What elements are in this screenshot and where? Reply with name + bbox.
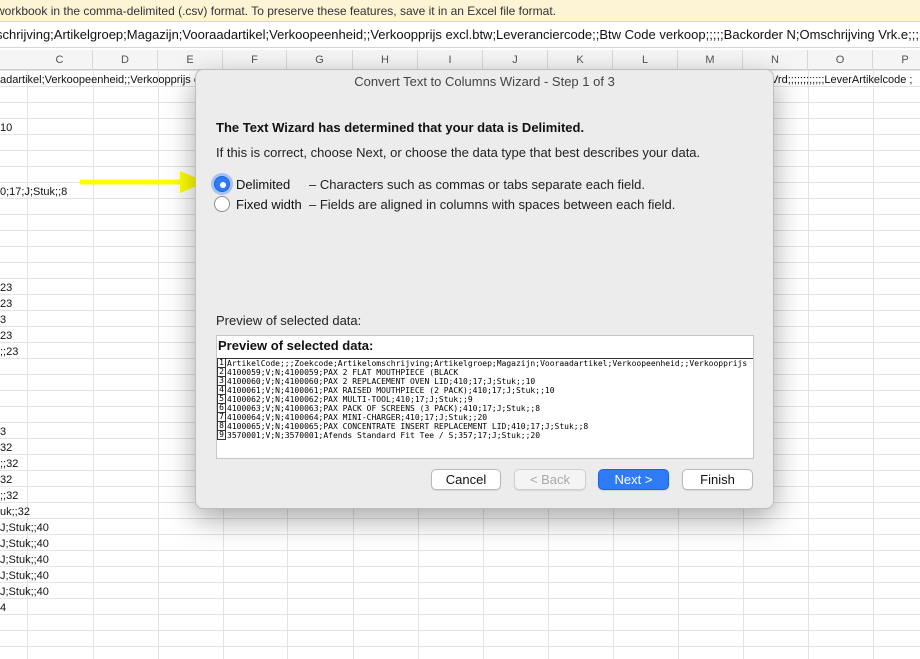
cell[interactable]: 3 — [0, 424, 6, 440]
column-header[interactable]: F — [223, 50, 287, 70]
row-text: 3570001;V;N;3570001;Afends Standard Fit … — [227, 431, 541, 440]
grid-line — [93, 70, 94, 659]
preview-row: 7 4100064;V;N;4100064;PAX MINI-CHARGER;41… — [217, 413, 753, 422]
cell[interactable]: 0;17;J;Stuk;;8 — [0, 184, 67, 200]
cancel-button[interactable]: Cancel — [431, 469, 501, 490]
row-text: ArtikelCode;;;Zoekcode;Artikelomschrijvi… — [227, 359, 748, 368]
cell[interactable]: ;;32 — [0, 456, 18, 472]
excel-window: workbook in the comma-delimited (.csv) f… — [0, 0, 920, 659]
option-description: – Fields are aligned in columns with spa… — [309, 196, 676, 212]
next-button[interactable]: Next > — [598, 469, 669, 490]
preview-label: Preview of selected data: — [216, 313, 362, 328]
cell[interactable]: J;Stuk;;40 — [0, 584, 49, 600]
cell[interactable]: 23 — [0, 296, 12, 312]
column-header[interactable]: P — [873, 50, 920, 70]
formula-bar[interactable]: schrijving;Artikelgroep;Magazijn;Vooraad… — [0, 22, 920, 48]
grid-line — [158, 70, 159, 659]
cell[interactable]: J;Stuk;;40 — [0, 568, 49, 584]
formula-text[interactable]: schrijving;Artikelgroep;Magazijn;Vooraad… — [0, 27, 920, 42]
row-text: 4100064;V;N;4100064;PAX MINI-CHARGER;410… — [227, 413, 488, 422]
preview-row: 4 4100061;V;N;4100061;PAX RAISED MOUTHPIE… — [217, 386, 753, 395]
cell[interactable]: uk;;32 — [0, 504, 30, 520]
column-header[interactable]: J — [483, 50, 548, 70]
preview-title: Preview of selected data: — [218, 338, 374, 353]
column-header[interactable]: K — [548, 50, 613, 70]
preview-panel[interactable]: Preview of selected data: 1 ArtikelCode;;… — [216, 335, 754, 459]
cell[interactable]: ;;32 — [0, 488, 18, 504]
warning-text: workbook in the comma-delimited (.csv) f… — [0, 4, 557, 18]
row-text: 4100059;V;N;4100059;PAX 2 FLAT MOUTHPIEC… — [227, 368, 459, 377]
grid-line — [873, 70, 874, 659]
column-header[interactable]: N — [743, 50, 808, 70]
back-button[interactable]: < Back — [514, 469, 586, 490]
column-header[interactable]: C — [27, 50, 93, 70]
option-fixed-width[interactable]: Fixed width – Fields are aligned in colu… — [214, 195, 675, 213]
option-description: – Characters such as commas or tabs sepa… — [309, 176, 645, 192]
dialog-title: Convert Text to Columns Wizard - Step 1 … — [354, 74, 615, 89]
radio-fixed-width[interactable] — [214, 196, 230, 212]
dialog-heading: The Text Wizard has determined that your… — [216, 120, 585, 135]
cell[interactable]: J;Stuk;;40 — [0, 520, 49, 536]
cell[interactable]: 32 — [0, 440, 12, 456]
dialog-subheading: If this is correct, choose Next, or choo… — [216, 145, 701, 160]
option-label[interactable]: Fixed width — [236, 197, 309, 212]
compatibility-warning-bar: workbook in the comma-delimited (.csv) f… — [0, 0, 920, 22]
column-header[interactable]: H — [353, 50, 418, 70]
row-text: 4100062;V;N;4100062;PAX MULTI-TOOL;410;1… — [227, 395, 473, 404]
radio-delimited[interactable] — [214, 176, 230, 192]
column-header[interactable]: L — [613, 50, 678, 70]
cell[interactable]: 32 — [0, 472, 12, 488]
preview-row: 5 4100062;V;N;4100062;PAX MULTI-TOOL;410;… — [217, 395, 753, 404]
option-delimited[interactable]: Delimited – Characters such as commas or… — [214, 175, 645, 193]
column-headers: C D E F G H I J K L M N O P — [0, 50, 920, 70]
cell[interactable]: 10 — [0, 120, 12, 136]
column-header[interactable]: E — [158, 50, 223, 70]
column-header[interactable]: O — [808, 50, 873, 70]
column-header[interactable]: I — [418, 50, 483, 70]
column-header[interactable]: G — [287, 50, 353, 70]
preview-row: 1 ArtikelCode;;;Zoekcode;Artikelomschrijv… — [217, 359, 753, 368]
finish-button[interactable]: Finish — [682, 469, 753, 490]
preview-row: 8 4100065;V;N;4100065;PAX CONCENTRATE INS… — [217, 422, 753, 431]
cell[interactable]: adartikel;Verkoopeenheid;;Verkoopprijs e — [0, 72, 200, 88]
column-header[interactable]: D — [93, 50, 158, 70]
row-text: 4100061;V;N;4100061;PAX RAISED MOUTHPIEC… — [227, 386, 555, 395]
cell[interactable]: 4 — [0, 600, 6, 616]
text-to-columns-dialog: Convert Text to Columns Wizard - Step 1 … — [195, 69, 774, 509]
cell[interactable]: Vrd;;;;;;;;;;;;LeverArtikelcode ; — [771, 72, 912, 88]
preview-row: 6 4100063;V;N;4100063;PAX PACK OF SCREENS… — [217, 404, 753, 413]
cell[interactable]: J;Stuk;;40 — [0, 536, 49, 552]
option-label[interactable]: Delimited — [236, 177, 309, 192]
yellow-arrow-annotation — [80, 171, 206, 193]
grid-line — [808, 70, 809, 659]
preview-row: 3 4100060;V;N;4100060;PAX 2 REPLACEMENT O… — [217, 377, 753, 386]
row-number: 9 — [217, 431, 226, 440]
cell[interactable]: 23 — [0, 328, 12, 344]
row-text: 4100063;V;N;4100063;PAX PACK OF SCREENS … — [227, 404, 541, 413]
preview-row: 2 4100059;V;N;4100059;PAX 2 FLAT MOUTHPIE… — [217, 368, 753, 377]
column-header[interactable]: M — [678, 50, 743, 70]
cell[interactable]: ;;23 — [0, 344, 18, 360]
cell[interactable]: 3 — [0, 312, 6, 328]
cell[interactable]: 23 — [0, 280, 12, 296]
preview-table[interactable]: 1 ArtikelCode;;;Zoekcode;Artikelomschrijv… — [217, 358, 753, 459]
preview-row: 9 3570001;V;N;3570001;Afends Standard Fit… — [217, 431, 753, 440]
cell[interactable]: J;Stuk;;40 — [0, 552, 49, 568]
row-text: 4100065;V;N;4100065;PAX CONCENTRATE INSE… — [227, 422, 589, 431]
row-text: 4100060;V;N;4100060;PAX 2 REPLACEMENT OV… — [227, 377, 536, 386]
